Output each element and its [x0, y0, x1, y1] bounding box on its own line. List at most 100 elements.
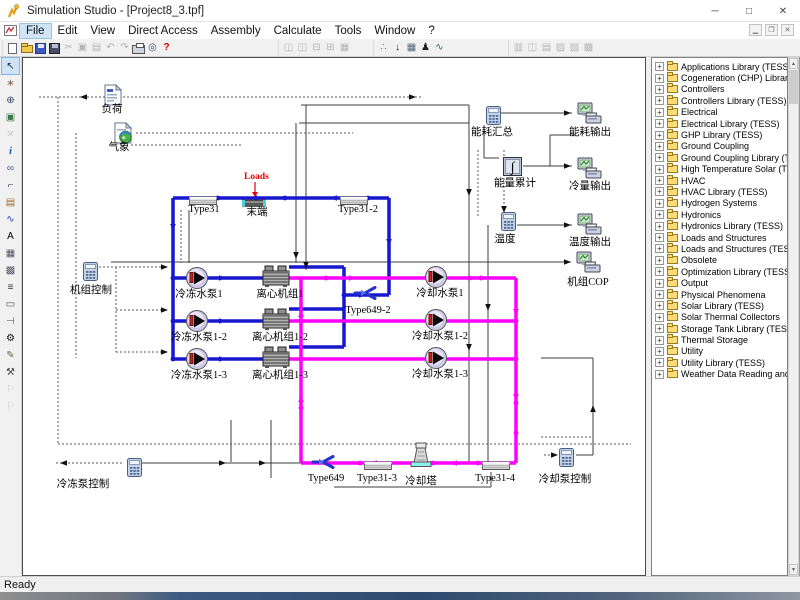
hammer-tool[interactable]: ⚒	[2, 364, 19, 380]
tree-item-hvac-library-tess[interactable]: +HVAC Library (TESS)	[652, 186, 787, 197]
cooling-tower[interactable]	[408, 442, 434, 473]
menu-direct-access[interactable]: Direct Access	[122, 24, 204, 38]
expand-icon[interactable]: +	[655, 279, 664, 288]
film-tool-2[interactable]: ▩	[2, 262, 19, 278]
information-tool[interactable]: i	[2, 143, 19, 159]
plug-tool[interactable]: ⊣	[2, 313, 19, 329]
menu-tools[interactable]: Tools	[329, 24, 368, 38]
expand-icon[interactable]: +	[655, 96, 664, 105]
tree-item-hydrogen-systems[interactable]: +Hydrogen Systems	[652, 198, 787, 209]
tree-item-hvac[interactable]: +HVAC	[652, 175, 787, 186]
menu-[interactable]: ?	[422, 24, 440, 38]
expand-icon[interactable]: +	[655, 187, 664, 196]
expand-icon[interactable]: +	[655, 74, 664, 83]
expand-icon[interactable]: +	[655, 290, 664, 299]
plot-view-button[interactable]: ∿	[433, 41, 446, 55]
close-button[interactable]: ✕	[766, 0, 800, 22]
expand-icon[interactable]: +	[655, 165, 664, 174]
tree-item-electrical-library-tess[interactable]: +Electrical Library (TESS)	[652, 118, 787, 129]
menu-window[interactable]: Window	[368, 24, 421, 38]
help-button[interactable]: ?	[160, 41, 173, 55]
maximize-button[interactable]: □	[732, 0, 766, 22]
project-canvas[interactable]: 负荷气象Type31末端Type31-2能耗汇总能耗输出∫能量累计冷量输出温度温…	[22, 57, 646, 576]
expand-icon[interactable]: +	[655, 256, 664, 265]
scroll-up-icon[interactable]: ▲	[789, 58, 798, 69]
tree-item-storage-tank-library-tess[interactable]: +Storage Tank Library (TESS)	[652, 323, 787, 334]
type649-2[interactable]	[353, 284, 377, 307]
tree-item-cogeneration-chp-library-tess[interactable]: +Cogeneration (CHP) Library (TESS)	[652, 72, 787, 83]
expand-icon[interactable]: +	[655, 142, 664, 151]
tree-item-electrical[interactable]: +Electrical	[652, 107, 787, 118]
tree-item-high-temperature-solar-tess[interactable]: +High Temperature Solar (TESS)	[652, 164, 787, 175]
save-all-button[interactable]	[48, 41, 61, 55]
tree-item-output[interactable]: +Output	[652, 277, 787, 288]
menu-assembly[interactable]: Assembly	[205, 24, 267, 38]
open-button[interactable]	[20, 41, 33, 55]
expand-icon[interactable]: +	[655, 244, 664, 253]
film-tool-1[interactable]: ▦	[2, 245, 19, 261]
tree-item-obsolete[interactable]: +Obsolete	[652, 255, 787, 266]
tree-item-solar-library-tess[interactable]: +Solar Library (TESS)	[652, 300, 787, 311]
expand-icon[interactable]: +	[655, 222, 664, 231]
tree-item-solar-thermal-collectors[interactable]: +Solar Thermal Collectors	[652, 312, 787, 323]
minimize-button[interactable]: ─	[698, 0, 732, 22]
settings-tool[interactable]: ⚙	[2, 330, 19, 346]
tree-item-hydronics[interactable]: +Hydronics	[652, 209, 787, 220]
expand-icon[interactable]: +	[655, 267, 664, 276]
tree-item-optimization-library-tess[interactable]: +Optimization Library (TESS)	[652, 266, 787, 277]
tree-item-physical-phenomena[interactable]: +Physical Phenomena	[652, 289, 787, 300]
print-button[interactable]	[132, 41, 145, 55]
wrench-tool[interactable]: ⌐	[2, 177, 19, 193]
tree-item-utility-library-tess[interactable]: +Utility Library (TESS)	[652, 357, 787, 368]
tree-scrollbar[interactable]: ▲ ▼	[788, 57, 799, 576]
tree-item-loads-and-structures[interactable]: +Loads and Structures	[652, 232, 787, 243]
tree-item-controllers-library-tess[interactable]: +Controllers Library (TESS)	[652, 95, 787, 106]
expand-icon[interactable]: +	[655, 199, 664, 208]
expand-icon[interactable]: +	[655, 358, 664, 367]
layers-tool[interactable]: ≡	[2, 279, 19, 295]
scroll-down-icon[interactable]: ▼	[789, 564, 798, 575]
expand-icon[interactable]: +	[655, 233, 664, 242]
tree-item-hydronics-library-tess[interactable]: +Hydronics Library (TESS)	[652, 220, 787, 231]
scrollbar-thumb[interactable]	[789, 70, 798, 104]
zoom-tool[interactable]: ⊕	[2, 92, 19, 108]
expand-icon[interactable]: +	[655, 176, 664, 185]
mdi-restore-button[interactable]: ❐	[765, 24, 778, 36]
menu-view[interactable]: View	[84, 24, 121, 38]
menu-file[interactable]: File	[20, 24, 51, 38]
expand-icon[interactable]: +	[655, 210, 664, 219]
expand-icon[interactable]: +	[655, 131, 664, 140]
signal-tool[interactable]: ∿	[2, 211, 19, 227]
mdi-close-button[interactable]: ✕	[781, 24, 794, 36]
output-box-tool[interactable]: ▭	[2, 296, 19, 312]
grid-view-button[interactable]: ▦	[405, 41, 418, 55]
expand-icon[interactable]: +	[655, 62, 664, 71]
expand-icon[interactable]: +	[655, 119, 664, 128]
expand-icon[interactable]: +	[655, 85, 664, 94]
tree-item-applications-library-tess[interactable]: +Applications Library (TESS)	[652, 61, 787, 72]
pen-tool[interactable]: ✎	[2, 347, 19, 363]
tree-item-controllers[interactable]: +Controllers	[652, 84, 787, 95]
tree-item-loads-and-structures-tess[interactable]: +Loads and Structures (TESS)	[652, 243, 787, 254]
expand-icon[interactable]: +	[655, 370, 664, 379]
expand-icon[interactable]: +	[655, 153, 664, 162]
new-button[interactable]	[6, 41, 19, 55]
image-preview-tool[interactable]: ▣	[2, 109, 19, 125]
tree-item-ground-coupling[interactable]: +Ground Coupling	[652, 141, 787, 152]
save-button[interactable]	[34, 41, 47, 55]
mdi-minimize-button[interactable]: ▁	[749, 24, 762, 36]
tree-item-utility[interactable]: +Utility	[652, 346, 787, 357]
menu-edit[interactable]: Edit	[52, 24, 84, 38]
direct-access-button[interactable]: ∴	[377, 41, 390, 55]
text-tool[interactable]: A	[2, 228, 19, 244]
menu-calculate[interactable]: Calculate	[268, 24, 328, 38]
link-tool[interactable]: ∞	[2, 160, 19, 176]
cw-pump-control[interactable]	[559, 448, 574, 472]
tree-item-weather-data-reading-and-process[interactable]: +Weather Data Reading and Process	[652, 369, 787, 380]
expand-icon[interactable]: +	[655, 336, 664, 345]
assembly-mode-button[interactable]: ♟	[419, 41, 432, 55]
tree-item-ground-coupling-library-tess[interactable]: +Ground Coupling Library (TESS)	[652, 152, 787, 163]
stamp-tool[interactable]: ▤	[2, 194, 19, 210]
print-preview-button[interactable]: ◎	[146, 41, 159, 55]
select-tool[interactable]: ↖	[2, 58, 19, 74]
